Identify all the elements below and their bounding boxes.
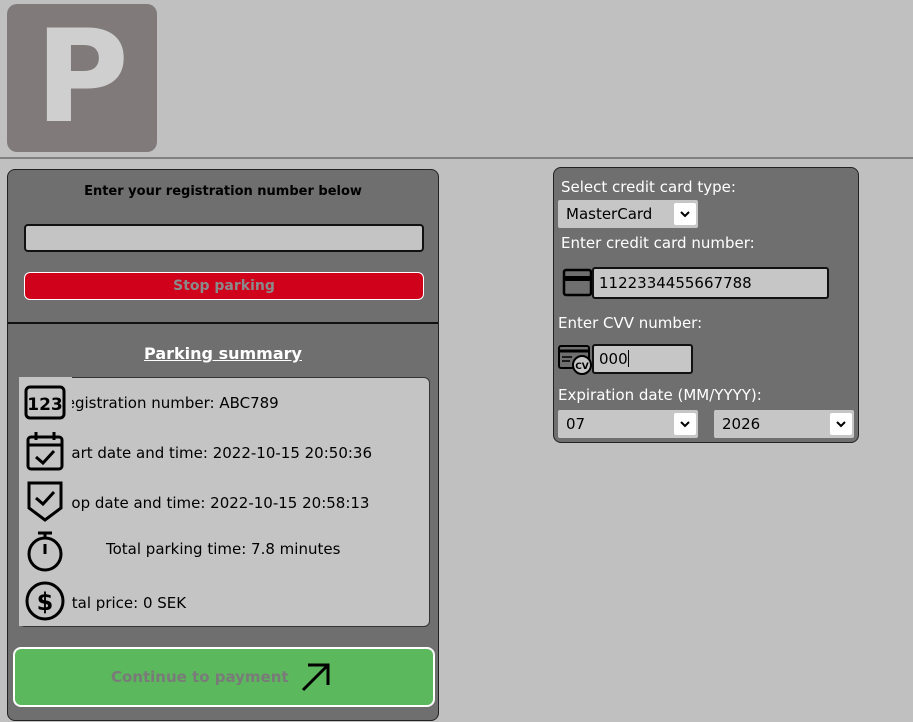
dollar-circle-icon: $: [25, 581, 65, 621]
summary-total-time: Total parking time: 7.8 minutes: [106, 540, 341, 558]
arrow-up-right-icon: [301, 663, 330, 692]
card-type-value: MasterCard: [566, 205, 653, 223]
card-type-label: Select credit card type:: [561, 178, 736, 196]
parking-logo: P: [7, 4, 157, 152]
summary-start-time: Start date and time: 2022-10-15 20:50:36: [56, 444, 373, 462]
registration-label: Enter your registration number below: [84, 184, 362, 199]
chevron-down-icon: [674, 203, 696, 225]
expiration-label: Expiration date (MM/YYYY):: [558, 386, 762, 404]
stopwatch-icon: [27, 531, 63, 572]
divider: [8, 322, 438, 324]
chevron-down-icon: [830, 413, 852, 435]
shield-check-icon: [27, 481, 63, 522]
exp-month-value: 07: [566, 415, 586, 433]
card-type-select[interactable]: MasterCard: [558, 200, 698, 228]
header-bar: P: [0, 0, 913, 159]
number-123-icon: 123: [24, 385, 66, 420]
svg-text:$: $: [37, 588, 54, 616]
summary-total-price: Total price: 0 SEK: [56, 594, 187, 612]
registration-input[interactable]: [24, 224, 424, 252]
summary-registration: Registration number: ABC789: [56, 394, 279, 412]
exp-month-select[interactable]: 07: [558, 410, 698, 438]
summary-stop-time: Stop date and time: 2022-10-15 20:58:13: [56, 494, 370, 512]
svg-text:CV: CV: [575, 362, 589, 372]
cvv-value: 000: [599, 350, 628, 368]
chevron-down-icon: [674, 413, 696, 435]
exp-year-value: 2026: [722, 415, 761, 433]
payment-panel: Select credit card type: MasterCard Ente…: [553, 167, 859, 443]
credit-card-icon: [562, 268, 592, 297]
calendar-check-icon: [26, 432, 64, 471]
summary-title: Parking summary: [144, 344, 302, 363]
text-caret: [627, 350, 629, 367]
cvv-input[interactable]: 000: [592, 344, 693, 374]
stop-parking-button[interactable]: Stop parking: [24, 272, 424, 300]
exp-year-select[interactable]: 2026: [714, 410, 854, 438]
continue-to-payment-label: Continue to payment: [111, 668, 289, 686]
cvv-card-icon: CV: [558, 345, 592, 375]
summary-box: Registration number: ABC789 Start date a…: [19, 377, 430, 627]
continue-to-payment-button[interactable]: Continue to payment: [13, 647, 435, 707]
card-number-label: Enter credit card number:: [561, 234, 755, 252]
cvv-label: Enter CVV number:: [558, 314, 703, 332]
card-number-input[interactable]: 1122334455667788: [592, 267, 829, 299]
svg-text:123: 123: [27, 395, 63, 415]
parking-panel: Enter your registration number below Sto…: [7, 169, 439, 721]
